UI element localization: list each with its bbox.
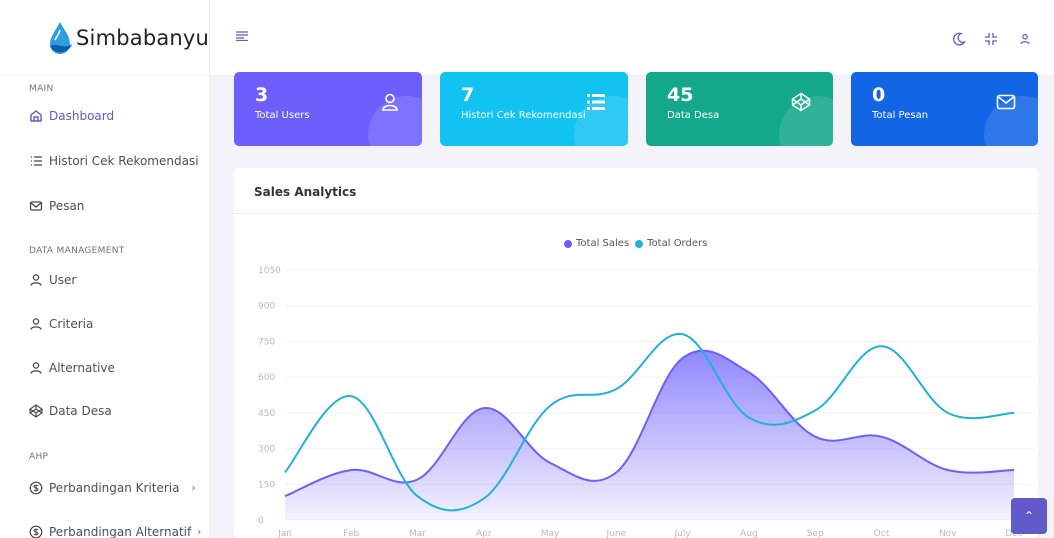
list-icon: [29, 154, 43, 168]
card-data-desa[interactable]: 45 Data Desa: [646, 72, 833, 146]
y-tick-label: 300: [258, 445, 275, 455]
user-icon: [29, 273, 43, 287]
sidebar-item-label: Data Desa: [49, 404, 112, 418]
x-tick-label: June: [606, 529, 627, 538]
card-value: 0: [872, 84, 886, 106]
x-tick-label: Mar: [409, 529, 426, 538]
sidebar-item-label: Pesan: [49, 199, 85, 213]
sidebar-item-user[interactable]: User: [29, 269, 76, 291]
brand[interactable]: Simbabanyu: [0, 0, 210, 76]
series-area-total-sales: [285, 350, 1014, 520]
y-tick-label: 900: [258, 302, 275, 312]
sidebar-item-pesan[interactable]: Pesan: [29, 195, 84, 217]
user-icon[interactable]: [1018, 32, 1032, 46]
sidebar-item-data-desa[interactable]: Data Desa: [29, 400, 112, 422]
user-icon: [29, 361, 43, 375]
mail-icon: [996, 94, 1016, 110]
sidebar-item-label: Perbandingan Alternatif: [49, 525, 192, 538]
card-label: Total Pesan: [872, 110, 929, 121]
card-total-pesan[interactable]: 0 Total Pesan: [851, 72, 1038, 146]
chevron-right-icon: ›: [191, 482, 196, 494]
x-tick-label: Feb: [343, 529, 359, 538]
y-tick-label: 600: [258, 373, 275, 383]
section-title-data-management: DATA MANAGEMENT: [29, 246, 125, 256]
sidebar-item-dashboard[interactable]: Dashboard: [29, 105, 114, 127]
home-icon: [29, 109, 43, 123]
x-tick-label: Sep: [807, 529, 824, 538]
sales-analytics-panel: Sales Analytics Total Sales Total Orders…: [234, 168, 1038, 538]
sidebar-item-label: Dashboard: [49, 109, 115, 123]
card-total-users[interactable]: 3 Total Users: [234, 72, 422, 146]
y-tick-label: 1050: [258, 266, 281, 276]
y-tick-label: 750: [258, 337, 275, 347]
section-title-main: MAIN: [29, 84, 54, 94]
y-tick-label: 450: [258, 409, 275, 419]
dollar-circle-icon: [29, 525, 43, 538]
x-tick-label: Aug: [740, 529, 758, 538]
minimize-icon[interactable]: [984, 32, 998, 46]
y-tick-label: 150: [258, 480, 275, 490]
card-value: 7: [461, 84, 475, 106]
sidebar-item-histori[interactable]: Histori Cek Rekomendasi: [29, 150, 199, 172]
back-to-top-button[interactable]: ⌃: [1011, 498, 1047, 534]
card-label: Histori Cek Rekomendasi: [461, 110, 586, 121]
dollar-circle-icon: [29, 481, 43, 495]
x-tick-label: Nov: [939, 529, 957, 538]
mail-icon: [29, 199, 43, 213]
menu-toggle-icon[interactable]: [236, 31, 248, 41]
sidebar-item-label: Criteria: [49, 317, 94, 331]
sidebar-item-criteria[interactable]: Criteria: [29, 313, 93, 335]
moon-icon[interactable]: [952, 32, 966, 46]
card-value: 45: [667, 84, 694, 106]
card-label: Data Desa: [667, 110, 720, 121]
sales-chart: 0 150 300 450 600 750 900 1050 Jan Feb Mar Apr May Ju…: [258, 266, 1034, 538]
x-tick-label: Apr: [476, 529, 492, 538]
card-histori[interactable]: 7 Histori Cek Rekomendasi: [440, 72, 628, 146]
x-tick-label: July: [674, 529, 692, 538]
card-label: Total Users: [255, 110, 310, 121]
codepen-icon: [29, 404, 43, 418]
logo-icon: [50, 22, 72, 54]
sidebar-item-perbandingan-alternatif[interactable]: Perbandingan Alternatif ›: [29, 521, 201, 538]
sidebar-item-perbandingan-kriteria[interactable]: Perbandingan Kriteria ›: [29, 477, 196, 499]
sidebar-item-label: Perbandingan Kriteria: [49, 481, 180, 495]
card-value: 3: [255, 84, 269, 106]
section-title-ahp: AHP: [29, 452, 49, 462]
sidebar-item-label: Alternative: [49, 361, 115, 375]
codepen-icon: [791, 92, 811, 112]
sidebar-item-label: User: [49, 273, 77, 287]
chevron-right-icon: ›: [197, 526, 202, 538]
x-tick-label: May: [541, 529, 560, 538]
sidebar-item-alternative[interactable]: Alternative: [29, 357, 115, 379]
chevron-up-icon: ⌃: [1023, 509, 1035, 523]
y-tick-label: 0: [258, 516, 264, 526]
brand-name: Simbabanyu: [76, 26, 210, 50]
topbar: [210, 0, 1054, 76]
user-icon: [382, 93, 398, 111]
x-tick-label: Oct: [874, 529, 890, 538]
user-icon: [29, 317, 43, 331]
list-icon: [587, 94, 605, 110]
sidebar-item-label: Histori Cek Rekomendasi: [49, 154, 199, 168]
sidebar: Simbabanyu MAIN Dashboard Histori Cek Re…: [0, 0, 210, 538]
x-tick-label: Jan: [277, 529, 292, 538]
